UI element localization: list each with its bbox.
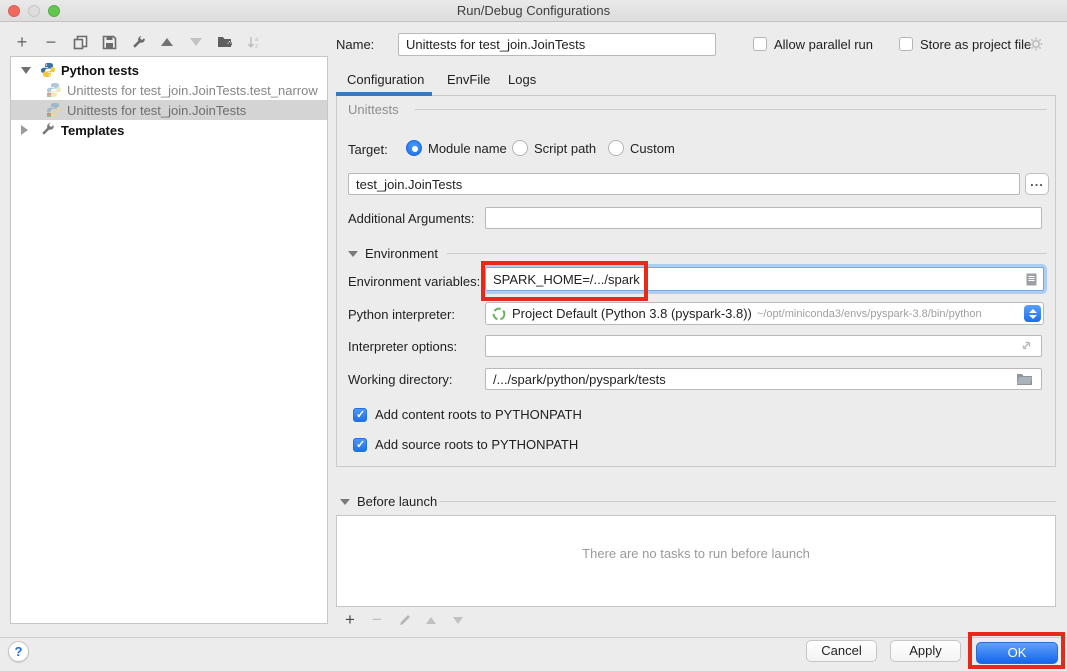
python-interpreter-select[interactable]: Project Default (Python 3.8 (pyspark-3.8… [485, 302, 1044, 325]
window-title: Run/Debug Configurations [0, 3, 1067, 18]
move-task-down-icon [450, 612, 466, 628]
working-directory-label: Working directory: [348, 372, 453, 387]
move-up-icon[interactable] [159, 34, 175, 50]
add-content-roots-row[interactable]: Add content roots to PYTHONPATH [353, 407, 582, 422]
tree-item-templates[interactable]: Templates [11, 120, 327, 140]
new-folder-icon[interactable] [217, 34, 233, 50]
expand-caret-icon[interactable] [21, 125, 28, 135]
edit-defaults-wrench-icon[interactable] [130, 34, 146, 50]
save-icon[interactable] [101, 34, 117, 50]
unittests-group-title: Unittests [348, 102, 399, 117]
cancel-button[interactable]: Cancel [806, 640, 877, 662]
title-bar: Run/Debug Configurations [0, 0, 1067, 22]
add-content-roots-label: Add content roots to PYTHONPATH [375, 407, 582, 422]
radio-unselected-icon[interactable] [512, 140, 528, 156]
name-label: Name: [336, 37, 374, 52]
add-source-roots-label: Add source roots to PYTHONPATH [375, 437, 578, 452]
tab-logs[interactable]: Logs [508, 72, 536, 92]
browse-variables-icon[interactable] [1026, 273, 1037, 286]
remove-icon[interactable]: − [43, 34, 59, 50]
tree-item-label: Python tests [61, 63, 139, 78]
expand-field-icon[interactable] [1020, 339, 1033, 352]
name-input[interactable] [398, 33, 716, 56]
target-option-label: Script path [534, 141, 596, 156]
browse-module-button[interactable]: ... [1025, 173, 1049, 195]
tab-envfile[interactable]: EnvFile [447, 72, 490, 92]
add-content-roots-checkbox[interactable] [353, 408, 367, 422]
remove-task-icon: − [369, 612, 385, 628]
add-task-icon[interactable]: + [342, 612, 358, 628]
tree-item-label: Unittests for test_join.JoinTests [67, 103, 246, 118]
tree-item-unittests-jointests-selected[interactable]: Unittests for test_join.JoinTests [11, 100, 327, 120]
empty-tasks-message: There are no tasks to run before launch [337, 546, 1055, 561]
working-directory-input[interactable] [485, 368, 1042, 390]
tree-item-python-tests[interactable]: Python tests [11, 60, 327, 80]
add-icon[interactable]: + [14, 34, 30, 50]
conda-env-icon [492, 307, 506, 321]
python-interpreter-path: ~/opt/miniconda3/envs/pyspark-3.8/bin/py… [757, 308, 982, 320]
before-launch-toolbar: + − [342, 612, 466, 628]
configuration-panel: Unittests Target: Module name Script pat… [336, 95, 1056, 467]
tab-configuration[interactable]: Configuration [347, 72, 424, 92]
python-icon [40, 62, 56, 78]
configurations-toolbar: + − az [14, 32, 262, 52]
allow-parallel-run-checkbox[interactable] [753, 37, 767, 51]
python-test-icon [46, 82, 62, 98]
gear-icon[interactable] [1028, 36, 1044, 52]
svg-text:z: z [255, 44, 258, 50]
help-button[interactable]: ? [8, 641, 29, 662]
python-test-icon [46, 102, 62, 118]
target-option-label: Module name [428, 141, 507, 156]
collapse-caret-icon[interactable] [348, 251, 358, 257]
environment-variables-input[interactable] [486, 272, 1026, 287]
copy-icon[interactable] [72, 34, 88, 50]
ok-button[interactable]: OK [976, 642, 1058, 664]
collapse-caret-icon[interactable] [21, 67, 31, 74]
active-tab-indicator [336, 92, 432, 96]
interpreter-options-label: Interpreter options: [348, 339, 457, 354]
allow-parallel-run-label: Allow parallel run [774, 37, 873, 52]
environment-variables-field [485, 267, 1044, 291]
browse-folder-icon[interactable] [1016, 372, 1033, 385]
tree-item-unittests-test-narrow[interactable]: Unittests for test_join.JoinTests.test_n… [11, 80, 327, 100]
target-label: Target: [348, 142, 388, 157]
target-option-module-name[interactable]: Module name [406, 140, 507, 156]
collapse-caret-icon[interactable] [340, 499, 350, 505]
store-as-project-file-checkbox[interactable] [899, 37, 913, 51]
svg-text:a: a [255, 37, 259, 43]
target-option-label: Custom [630, 141, 675, 156]
environment-section-header[interactable]: Environment [348, 246, 438, 261]
python-interpreter-label: Python interpreter: [348, 307, 455, 322]
additional-arguments-input[interactable] [485, 207, 1042, 229]
tree-item-label: Templates [61, 123, 124, 138]
sort-alphabetically-icon: az [246, 34, 262, 50]
module-name-input[interactable] [348, 173, 1020, 195]
tree-item-label: Unittests for test_join.JoinTests.test_n… [67, 83, 318, 98]
apply-button[interactable]: Apply [890, 640, 961, 662]
target-option-custom[interactable]: Custom [608, 140, 675, 156]
before-launch-section-header[interactable]: Before launch [340, 494, 437, 509]
radio-unselected-icon[interactable] [608, 140, 624, 156]
radio-selected-icon[interactable] [406, 140, 422, 156]
move-task-up-icon [423, 612, 439, 628]
interpreter-options-input[interactable] [485, 335, 1042, 357]
additional-arguments-label: Additional Arguments: [348, 211, 474, 226]
environment-variables-label: Environment variables: [348, 274, 480, 289]
edit-task-icon [396, 612, 412, 628]
configurations-tree: Python tests Unittests for test_join.Joi… [10, 56, 328, 624]
run-debug-configurations-dialog: Run/Debug Configurations + − az Pytho [0, 0, 1067, 671]
before-launch-title: Before launch [357, 494, 437, 509]
python-interpreter-value: Project Default (Python 3.8 (pyspark-3.8… [512, 306, 752, 321]
store-as-project-file-label: Store as project file [920, 37, 1031, 52]
wrench-icon [40, 122, 56, 138]
add-source-roots-row[interactable]: Add source roots to PYTHONPATH [353, 437, 578, 452]
environment-section-title: Environment [365, 246, 438, 261]
target-option-script-path[interactable]: Script path [512, 140, 596, 156]
add-source-roots-checkbox[interactable] [353, 438, 367, 452]
combo-stepper-icon[interactable] [1024, 305, 1041, 322]
before-launch-tasks-list[interactable]: There are no tasks to run before launch [336, 515, 1056, 607]
move-down-icon [188, 34, 204, 50]
